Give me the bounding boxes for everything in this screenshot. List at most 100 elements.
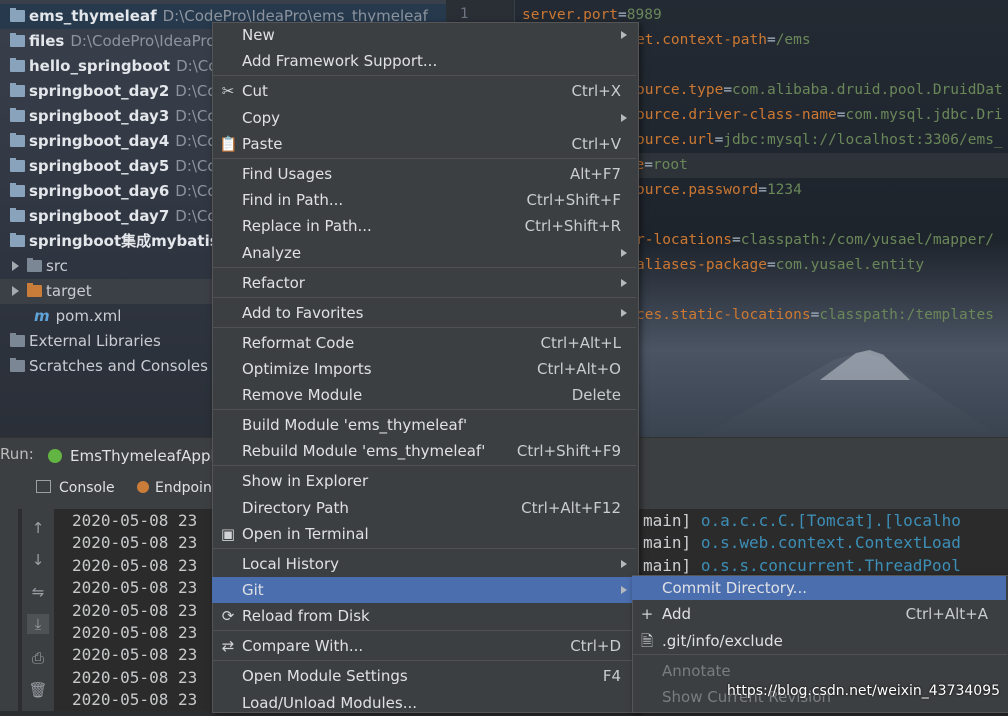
menu-item-analyze[interactable]: Analyze bbox=[212, 240, 637, 266]
code-line[interactable]: ource.driver-class-name=com.mysql.jdbc.D… bbox=[636, 103, 1003, 128]
module-name: springboot_day3 bbox=[29, 107, 170, 125]
menu-item-copy[interactable]: Copy bbox=[212, 105, 637, 131]
tab-endpoints-label: Endpoin bbox=[155, 480, 212, 496]
print-icon[interactable]: ⎙ bbox=[27, 648, 49, 668]
property-key: r-locations bbox=[636, 232, 733, 248]
external-libraries-label: External Libraries bbox=[29, 332, 161, 350]
log-line-timestamp: 2020-05-08 23 bbox=[72, 690, 198, 710]
property-equals: = bbox=[766, 257, 776, 273]
folder-icon bbox=[27, 258, 42, 272]
menu-item-replace-in-path[interactable]: Replace in Path... Ctrl+Shift+R bbox=[212, 213, 637, 239]
menu-separator bbox=[213, 327, 636, 328]
soft-wrap-icon[interactable]: ⇋ bbox=[27, 582, 49, 602]
log-spacer bbox=[691, 511, 701, 530]
property-value: jdbc:mysql://localhost:3306/ems_ bbox=[723, 132, 1003, 148]
menu-item-cut[interactable]: ✂ Cut Ctrl+X bbox=[212, 78, 637, 104]
git-item-git-info-exclude[interactable]: 🗎 .git/info/exclude bbox=[632, 629, 1006, 653]
module-folder-icon bbox=[10, 58, 25, 72]
tab-console[interactable]: Console bbox=[36, 480, 115, 496]
menu-item-local-history[interactable]: Local History bbox=[212, 551, 637, 577]
menu-item-add-framework-support[interactable]: Add Framework Support... bbox=[212, 48, 637, 74]
menu-item-label: Open in Terminal bbox=[242, 525, 369, 543]
expand-arrow-icon[interactable] bbox=[12, 286, 19, 296]
module-name: springboot_day5 bbox=[29, 157, 170, 175]
log-line-source: main] o.s.web.context.ContextLoad bbox=[643, 533, 961, 552]
property-value: 1234 bbox=[766, 182, 802, 198]
module-folder-icon bbox=[10, 233, 25, 247]
menu-item-label: Replace in Path... bbox=[242, 217, 372, 235]
menu-item-rebuild-module-ems-thymeleaf[interactable]: Rebuild Module 'ems_thymeleaf' Ctrl+Shift… bbox=[212, 438, 637, 464]
menu-item-build-module-ems-thymeleaf[interactable]: Build Module 'ems_thymeleaf' bbox=[212, 412, 637, 438]
module-folder-icon bbox=[10, 108, 25, 122]
menu-item-show-in-explorer[interactable]: Show in Explorer bbox=[212, 468, 637, 494]
menu-item-label: Build Module 'ems_thymeleaf' bbox=[242, 416, 468, 434]
code-line[interactable]: et.context-path=/ems bbox=[636, 28, 811, 53]
scroll-down-icon[interactable]: ↓ bbox=[27, 550, 49, 570]
module-name: ems_thymeleaf bbox=[29, 7, 157, 25]
menu-item-label: Add to Favorites bbox=[242, 304, 364, 322]
property-key: aliases-package bbox=[636, 257, 767, 273]
menu-item-label: Reload from Disk bbox=[242, 607, 370, 625]
menu-item-remove-module[interactable]: Remove Module Delete bbox=[212, 382, 637, 408]
log-thread: main] bbox=[643, 555, 692, 575]
menu-item-paste[interactable]: 📋 Paste Ctrl+V bbox=[212, 131, 637, 157]
property-equals: = bbox=[714, 132, 724, 148]
menu-item-shortcut: Ctrl+Alt+O bbox=[537, 360, 621, 378]
log-thread: main] bbox=[643, 533, 692, 553]
git-item-add[interactable]: + Add Ctrl+Alt+A bbox=[632, 602, 1006, 626]
submenu-arrow-icon bbox=[621, 279, 627, 287]
tab-console-label: Console bbox=[59, 480, 115, 496]
scroll-to-end-icon[interactable]: ⤓ bbox=[27, 614, 49, 634]
code-line[interactable]: ces.static-locations=classpath:/template… bbox=[636, 303, 994, 328]
menu-item-find-usages[interactable]: Find Usages Alt+F7 bbox=[212, 161, 637, 187]
property-value: com.yusael.entity bbox=[775, 257, 925, 273]
property-key: ource.url bbox=[636, 132, 715, 148]
menu-item-git[interactable]: Git bbox=[212, 577, 637, 603]
src-folder-label: src bbox=[46, 257, 68, 275]
terminal-icon: ▣ bbox=[220, 525, 236, 543]
code-line[interactable]: ource.url=jdbc:mysql://localhost:3306/em… bbox=[636, 128, 1003, 153]
menu-item-reload-from-disk[interactable]: ⟳ Reload from Disk bbox=[212, 603, 637, 629]
log-spacer bbox=[691, 533, 701, 552]
menu-item-reformat-code[interactable]: Reformat Code Ctrl+Alt+L bbox=[212, 330, 637, 356]
code-line[interactable]: r-locations=classpath:/com/yusael/mapper… bbox=[636, 228, 994, 253]
code-line[interactable]: aliases-package=com.yusael.entity bbox=[636, 253, 924, 278]
menu-item-add-to-favorites[interactable]: Add to Favorites bbox=[212, 300, 637, 326]
module-folder-icon bbox=[10, 33, 25, 47]
menu-item-compare-with[interactable]: ⇄ Compare With... Ctrl+D bbox=[212, 633, 637, 659]
menu-item-label: Cut bbox=[242, 82, 268, 100]
menu-item-shortcut: Ctrl+Alt+F12 bbox=[521, 499, 621, 517]
submenu-arrow-icon bbox=[621, 560, 627, 568]
property-value: com.alibaba.druid.pool.DruidDat bbox=[732, 82, 1003, 98]
menu-item-label: Optimize Imports bbox=[242, 360, 372, 378]
menu-item-find-in-path[interactable]: Find in Path... Ctrl+Shift+F bbox=[212, 187, 637, 213]
menu-item-open-in-terminal[interactable]: ▣ Open in Terminal bbox=[212, 521, 637, 547]
menu-item-optimize-imports[interactable]: Optimize Imports Ctrl+Alt+O bbox=[212, 356, 637, 382]
property-equals: = bbox=[732, 232, 741, 248]
run-config-tab[interactable]: EmsThymeleafAppl bbox=[48, 441, 215, 471]
menu-item-shortcut: Ctrl+Shift+F9 bbox=[516, 442, 621, 460]
tab-endpoints[interactable]: Endpoin bbox=[137, 480, 212, 496]
menu-separator bbox=[213, 158, 636, 159]
scroll-up-icon[interactable]: ↑ bbox=[27, 518, 49, 538]
git-item-commit-directory[interactable]: Commit Directory... bbox=[632, 576, 1006, 600]
menu-item-open-module-settings[interactable]: Open Module Settings F4 bbox=[212, 663, 637, 689]
code-line[interactable]: ource.type=com.alibaba.druid.pool.DruidD… bbox=[636, 78, 1003, 103]
menu-item-label: Compare With... bbox=[242, 637, 364, 655]
menu-item-label: Remove Module bbox=[242, 386, 363, 404]
expand-arrow-icon[interactable] bbox=[12, 261, 19, 271]
code-line[interactable]: ource.password=1234 bbox=[636, 178, 802, 203]
log-line-timestamp: 2020-05-08 23 bbox=[72, 533, 198, 553]
menu-item-label: Local History bbox=[242, 555, 340, 573]
log-class: o.s.web.context.ContextLoad bbox=[700, 533, 961, 553]
property-value: classpath:/templates bbox=[819, 307, 994, 323]
trash-icon[interactable]: 🗑 bbox=[27, 680, 49, 700]
menu-separator bbox=[213, 465, 636, 466]
menu-item-directory-path[interactable]: Directory Path Ctrl+Alt+F12 bbox=[212, 495, 637, 521]
menu-item-load-unload-modules[interactable]: Load/Unload Modules... bbox=[212, 690, 637, 716]
line-number: 1 bbox=[460, 6, 469, 22]
menu-item-shortcut: Ctrl+D bbox=[570, 637, 621, 655]
menu-item-refactor[interactable]: Refactor bbox=[212, 270, 637, 296]
libraries-icon bbox=[10, 333, 25, 347]
menu-item-new[interactable]: New bbox=[212, 22, 637, 48]
